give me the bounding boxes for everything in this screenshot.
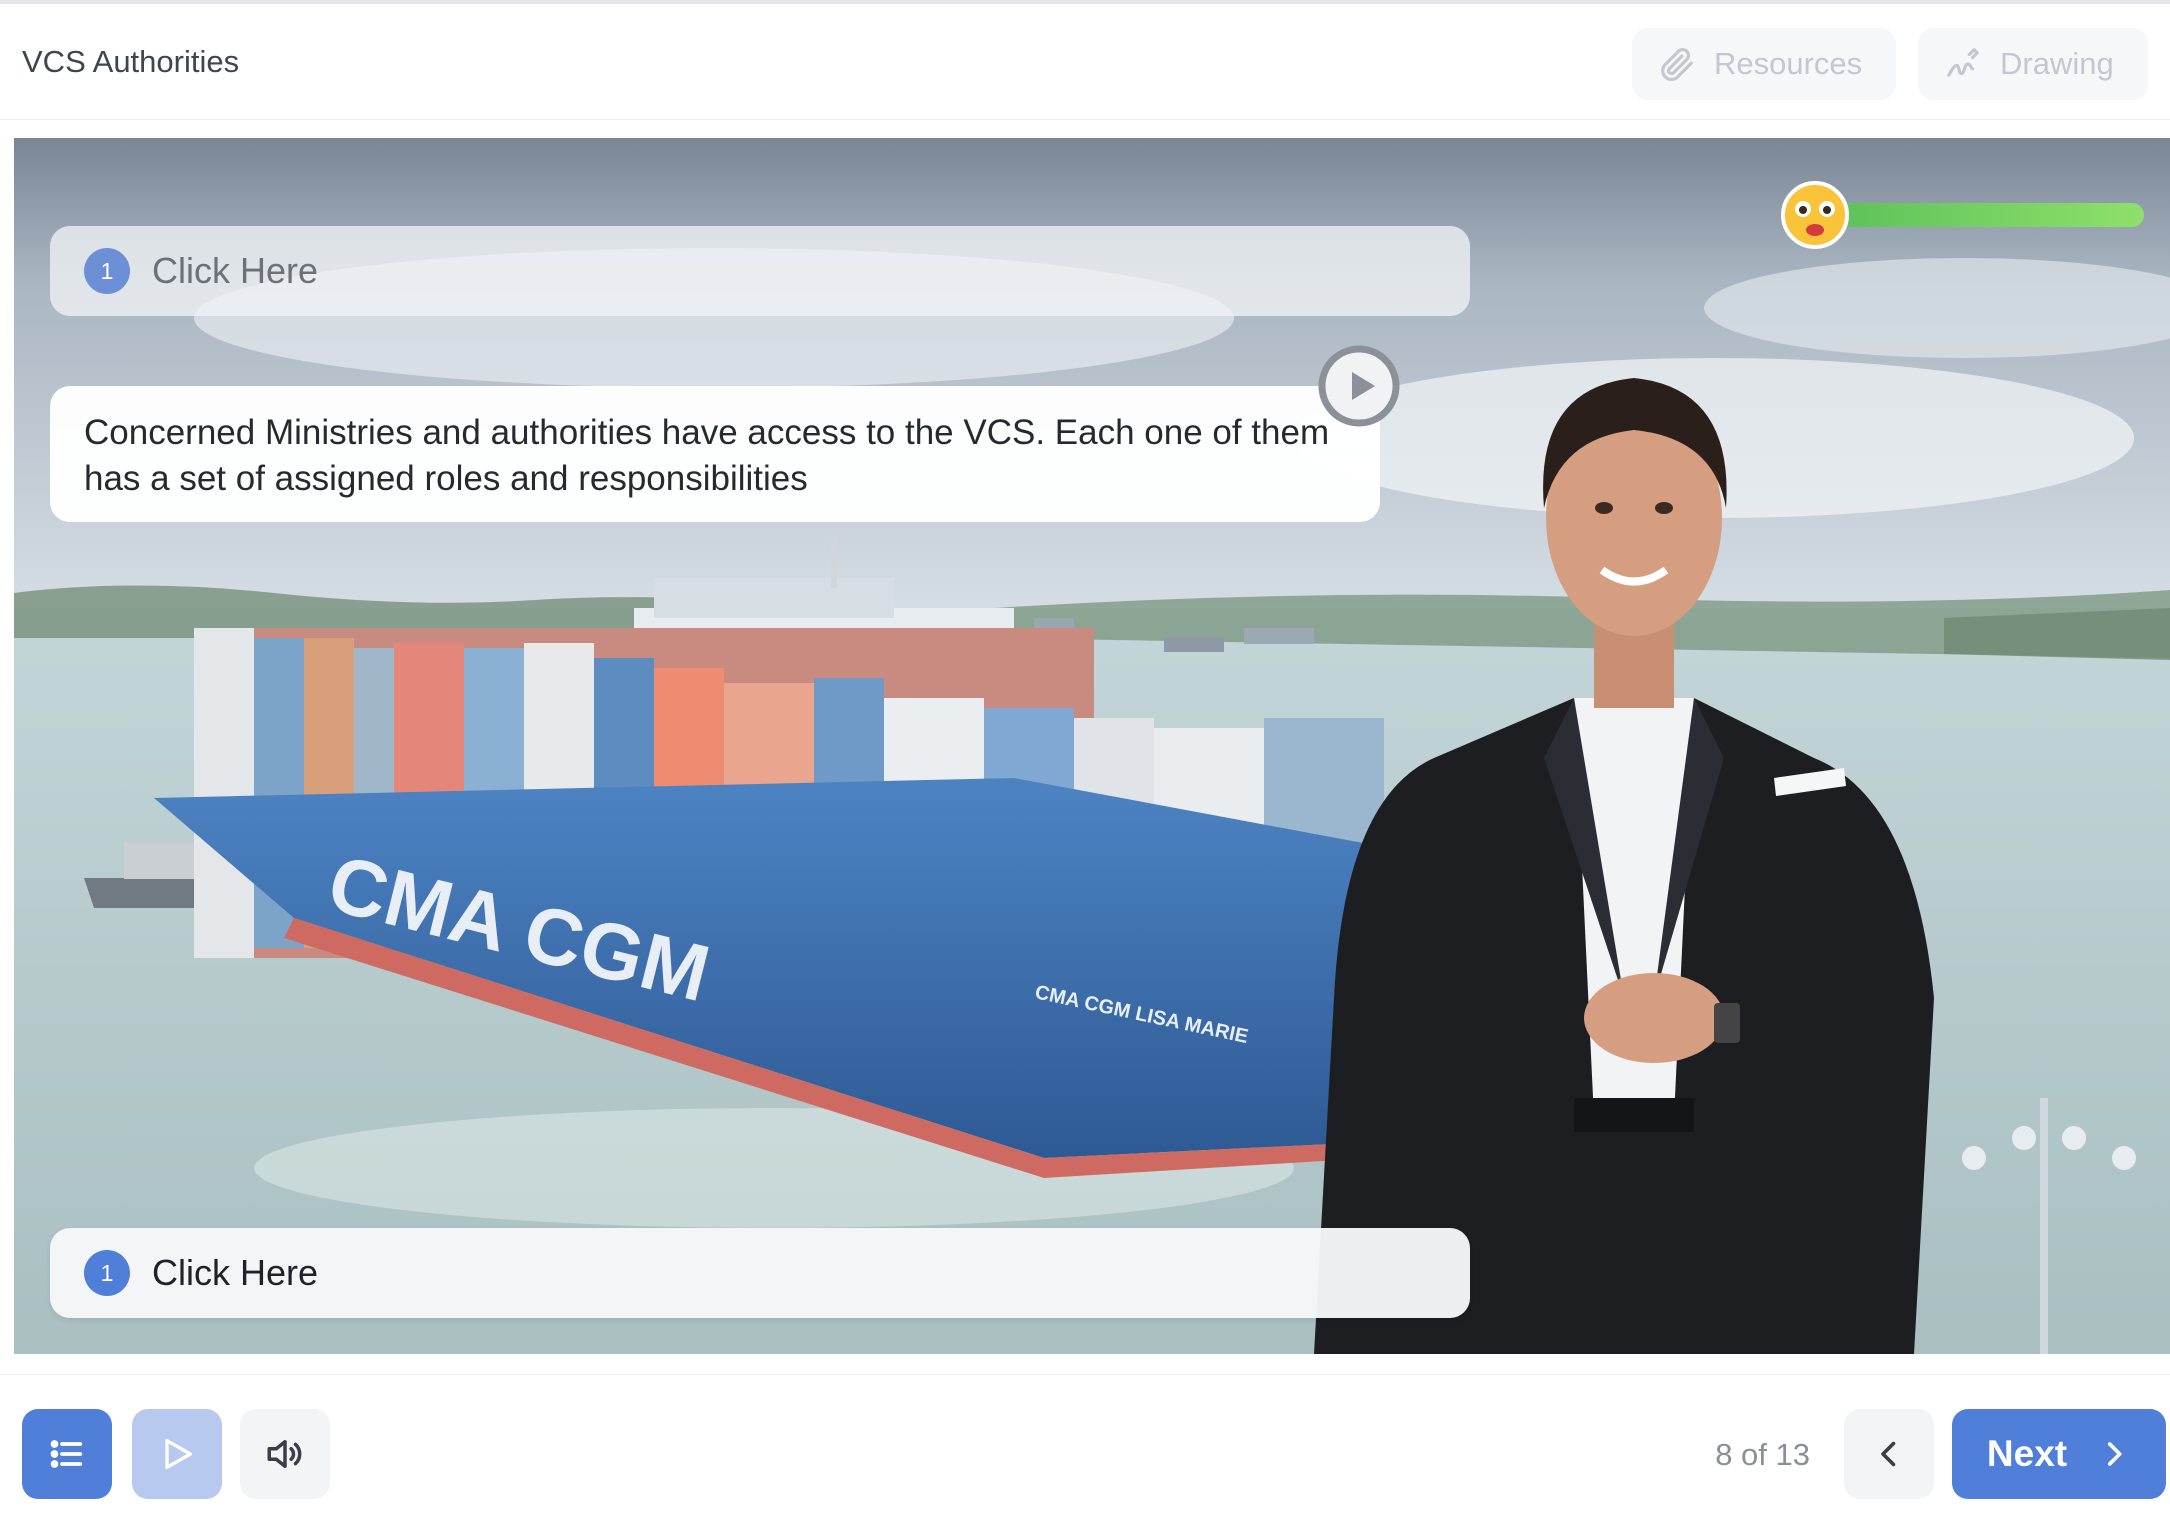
scene-illustration: CMA CGM CMA CGM LISA MARIE bbox=[14, 138, 2170, 1354]
drawing-button[interactable]: Drawing bbox=[1918, 28, 2148, 100]
progress-fill bbox=[1834, 203, 2144, 227]
previous-button[interactable] bbox=[1844, 1409, 1934, 1499]
sound-button[interactable] bbox=[240, 1409, 330, 1499]
course-title: VCS Authorities bbox=[22, 44, 240, 79]
play-audio-icon[interactable] bbox=[1317, 344, 1401, 428]
menu-button[interactable] bbox=[22, 1409, 112, 1499]
play-icon bbox=[165, 1439, 192, 1469]
click-here-button-bottom[interactable]: 1 Click Here bbox=[50, 1228, 1470, 1318]
chevron-left-icon bbox=[1881, 1441, 1896, 1467]
top-bar: VCS Authorities Resources Drawing bbox=[0, 0, 2170, 120]
click-here-label: Click Here bbox=[152, 1252, 319, 1293]
mood-emoji-icon bbox=[1781, 181, 1849, 249]
play-button[interactable] bbox=[132, 1409, 222, 1499]
click-here-button-top[interactable]: 1 Click Here bbox=[50, 226, 1470, 316]
chevron-right-icon bbox=[2108, 1442, 2122, 1466]
player-controls: 8 of 13 Next bbox=[0, 1374, 2170, 1525]
drawing-label: Drawing bbox=[2000, 46, 2114, 81]
speech-bubble: Concerned Ministries and authorities hav… bbox=[50, 386, 1380, 522]
paperclip-icon bbox=[1661, 48, 1693, 81]
page-counter: 8 of 13 bbox=[1715, 1437, 1810, 1472]
list-icon bbox=[50, 1440, 83, 1468]
resources-label: Resources bbox=[1714, 46, 1863, 81]
click-here-label: Click Here bbox=[152, 250, 319, 291]
step-badge: 1 bbox=[84, 248, 130, 294]
speaker-icon bbox=[267, 1440, 302, 1468]
resources-button[interactable]: Resources bbox=[1632, 28, 1896, 100]
slide-stage: CMA CGM CMA CGM LISA MARIE 1 Click Here … bbox=[14, 138, 2170, 1354]
drawing-icon bbox=[1947, 48, 1979, 77]
next-button[interactable]: Next bbox=[1952, 1409, 2166, 1499]
next-label: Next bbox=[1986, 1433, 2068, 1474]
step-badge: 1 bbox=[84, 1250, 130, 1296]
